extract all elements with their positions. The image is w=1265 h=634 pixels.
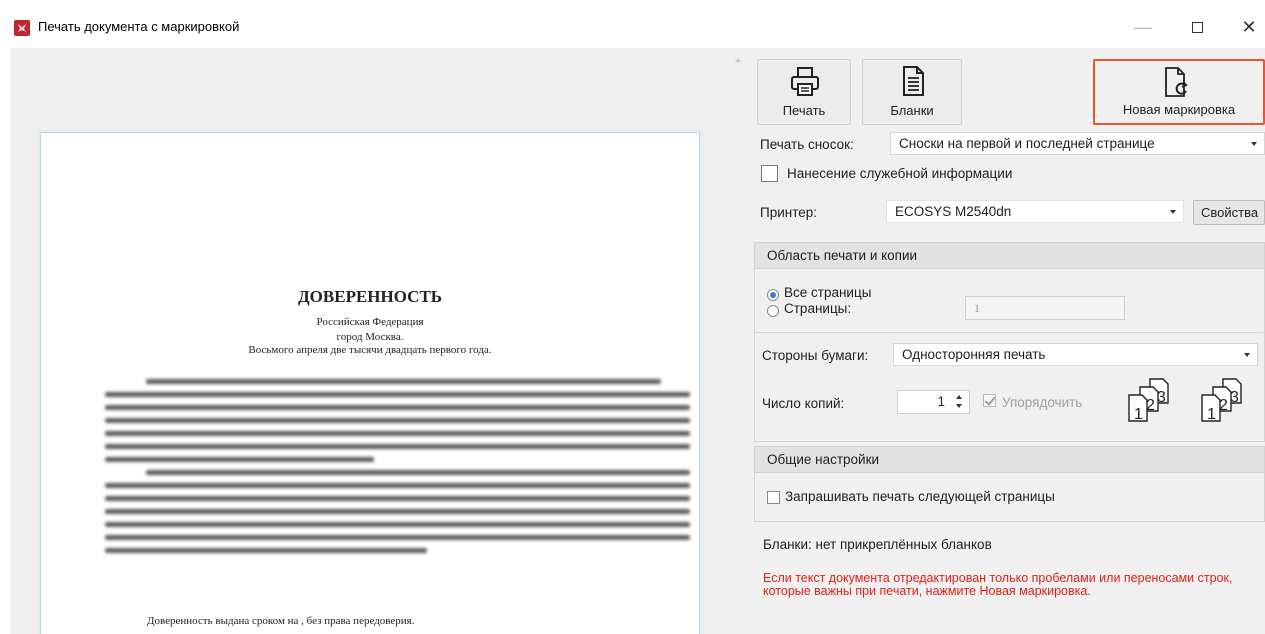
- printer-value: ECOSYS M2540dn: [895, 204, 1012, 219]
- pages-radio[interactable]: [767, 305, 779, 317]
- paper-sides-value: Односторонняя печать: [902, 347, 1046, 362]
- copies-label: Число копий:: [762, 396, 845, 411]
- svg-text:3: 3: [1230, 389, 1239, 406]
- general-settings-header: Общие настройки: [755, 447, 1264, 473]
- ask-next-page-label: Запрашивать печать следующей страницы: [785, 489, 1055, 504]
- warning-text: Если текст документа отредактирован толь…: [763, 571, 1233, 598]
- chevron-down-icon: [1170, 210, 1176, 214]
- app-icon: [14, 20, 30, 36]
- new-marking-label: Новая маркировка: [1122, 102, 1236, 117]
- document-icon: [903, 66, 924, 96]
- spin-up-icon[interactable]: [956, 395, 962, 399]
- footnotes-select[interactable]: Сноски на первой и последней странице: [890, 132, 1265, 155]
- svg-text:3: 3: [1157, 389, 1166, 406]
- svg-text:2: 2: [1219, 397, 1228, 414]
- preview-page: ДОВЕРЕННОСТЬ Российская Федерация город …: [40, 132, 700, 634]
- print-area-group: Область печати и копии: [754, 242, 1265, 442]
- ask-next-page-checkbox[interactable]: [767, 491, 780, 504]
- scroll-up-icon[interactable]: [735, 58, 741, 62]
- svg-text:2: 2: [1146, 397, 1155, 414]
- service-info-label: Нанесение служебной информации: [787, 166, 1013, 181]
- window-title: Печать документа с маркировкой: [38, 19, 240, 34]
- chevron-down-icon: [1244, 353, 1250, 357]
- divider: [755, 332, 1263, 333]
- svg-text:1: 1: [1134, 406, 1143, 423]
- document-refresh-icon: [1165, 67, 1188, 97]
- doc-title: ДОВЕРЕННОСТЬ: [297, 287, 443, 306]
- paper-sides-select[interactable]: Односторонняя печать: [893, 343, 1258, 366]
- doc-line-city: город Москва.: [336, 331, 404, 343]
- vertical-scrollbar[interactable]: [730, 48, 747, 634]
- title-bar: Печать документа с маркировкой — ✕: [0, 0, 1265, 48]
- copies-spinner[interactable]: 1: [897, 390, 970, 414]
- all-pages-radio[interactable]: [767, 289, 779, 301]
- pages-label: Страницы:: [784, 301, 852, 316]
- collated-pages-icon: 1 2 3: [1201, 378, 1242, 423]
- printer-select[interactable]: ECOSYS M2540dn: [886, 200, 1184, 223]
- print-area-header: Область печати и копии: [755, 243, 1264, 269]
- printer-label: Принтер:: [760, 205, 818, 220]
- document-preview[interactable]: ДОВЕРЕННОСТЬ Российская Федерация город …: [10, 48, 730, 634]
- paper-sides-label: Стороны бумаги:: [762, 348, 869, 363]
- copies-value: 1: [937, 394, 945, 409]
- properties-button[interactable]: Свойства: [1193, 200, 1265, 225]
- collated-pages-icon: 1 2 3: [1128, 378, 1169, 423]
- spin-down-icon[interactable]: [956, 404, 962, 408]
- all-pages-label: Все страницы: [784, 285, 872, 300]
- maximize-button[interactable]: [1182, 14, 1212, 40]
- blurred-paragraph: [105, 379, 690, 561]
- pages-input[interactable]: 1: [965, 296, 1125, 320]
- print-button-label: Печать: [782, 103, 826, 118]
- doc-line-country: Российская Федерация: [316, 316, 424, 328]
- svg-text:1: 1: [1207, 406, 1216, 423]
- footnotes-value: Сноски на первой и последней странице: [899, 136, 1155, 151]
- general-settings-group: Общие настройки: [754, 446, 1265, 522]
- printer-icon: [791, 67, 819, 96]
- maximize-icon: [1191, 22, 1203, 33]
- blanks-button[interactable]: Бланки: [862, 59, 962, 125]
- blanks-status: Бланки: нет прикреплённых бланков: [763, 537, 992, 552]
- collate-checkbox[interactable]: [983, 394, 996, 407]
- service-info-checkbox[interactable]: [761, 165, 778, 182]
- collate-label: Упорядочить: [1002, 395, 1083, 410]
- chevron-down-icon: [1251, 142, 1257, 146]
- blanks-button-label: Бланки: [890, 103, 934, 118]
- print-button[interactable]: Печать: [757, 59, 851, 125]
- settings-panel: Печать Бланки Новая маркировка Печать сн…: [747, 48, 1265, 634]
- close-button[interactable]: ✕: [1234, 14, 1264, 40]
- doc-footer-line: Доверенность выдана сроком на , без прав…: [147, 615, 415, 627]
- new-marking-button[interactable]: Новая маркировка: [1093, 59, 1265, 125]
- minimize-button[interactable]: —: [1128, 14, 1158, 40]
- footnotes-label: Печать сносок:: [760, 137, 854, 152]
- doc-line-date: Восьмого апреля две тысячи двадцать перв…: [248, 344, 492, 356]
